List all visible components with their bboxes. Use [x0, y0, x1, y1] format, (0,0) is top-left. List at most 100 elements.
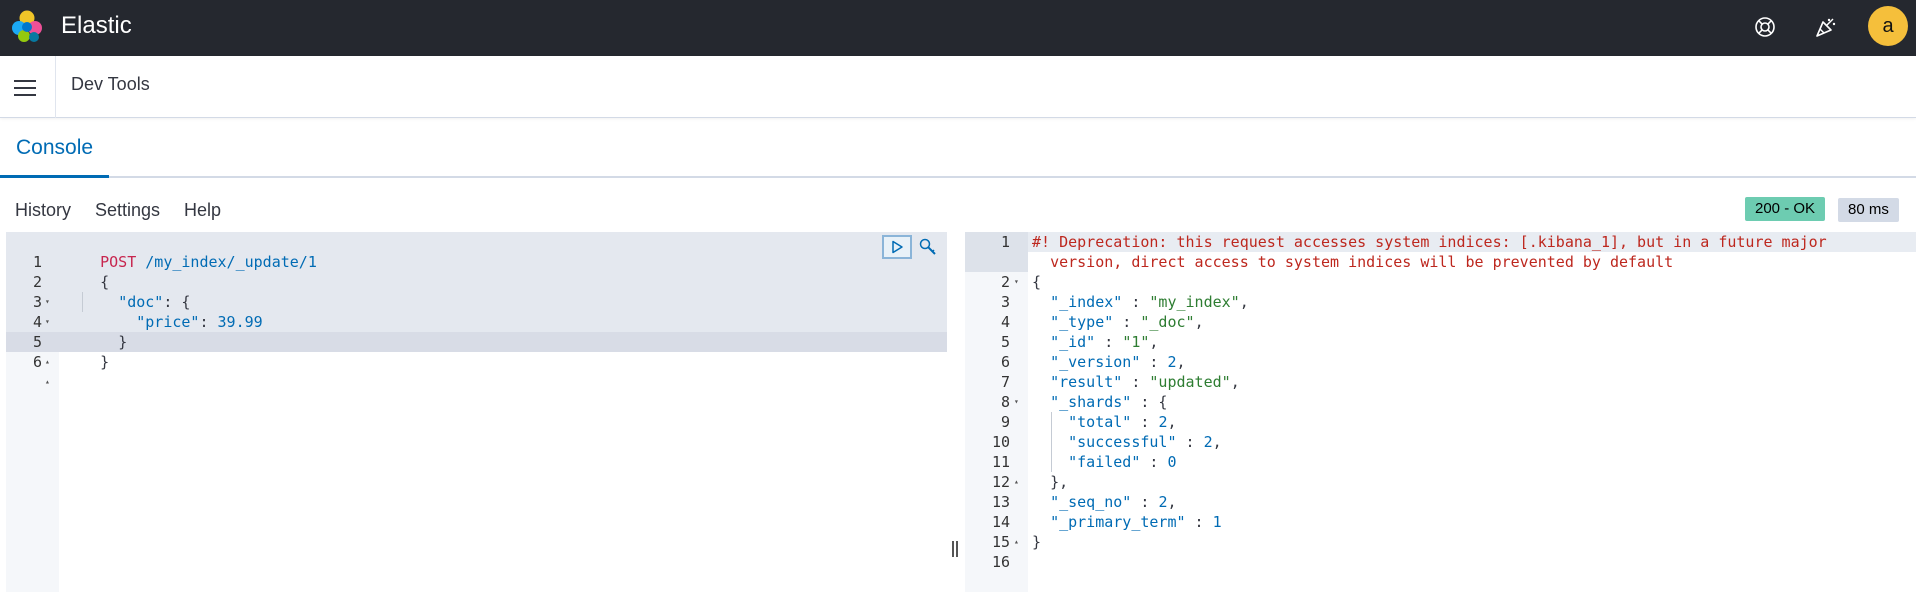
help-icon[interactable]	[1751, 13, 1779, 41]
deprecation-warning: version, direct access to system indices…	[1050, 253, 1674, 271]
code-line: "result" : "updated",	[1050, 373, 1240, 391]
grip-icon	[956, 541, 958, 557]
line-number: 4	[1000, 313, 1010, 331]
code-line: POST /my_index/_update/1	[64, 232, 317, 271]
json-number: 2	[1203, 433, 1213, 451]
code-line: "doc": {	[64, 272, 190, 311]
grip-icon	[952, 541, 954, 557]
json-number: 2	[1167, 353, 1177, 371]
code-line: "_seq_no" : 2,	[1050, 493, 1177, 511]
request-path: /my_index/_update/1	[145, 253, 317, 271]
top-nav-bar: Elastic a	[0, 0, 1916, 56]
code-line: "price": 39.99	[64, 292, 262, 331]
line-number-row: 3 ▾	[6, 272, 50, 326]
page-title: Dev Tools	[71, 74, 150, 94]
line-number: 8	[1000, 393, 1010, 411]
line-number-row: 5 ▴	[6, 312, 50, 366]
line-number: 16	[991, 553, 1010, 571]
code-line: "failed" : 0	[1068, 453, 1177, 471]
json-key: "total"	[1068, 413, 1132, 431]
code-line: #! Deprecation: this request accesses sy…	[1032, 232, 1827, 252]
fold-toggle-icon[interactable]: ▾	[1014, 392, 1019, 412]
deprecation-warning: #! Deprecation: this request accesses sy…	[1032, 233, 1827, 251]
fold-toggle-icon[interactable]: ▴	[45, 352, 50, 372]
code-line: "total" : 2,	[1068, 413, 1177, 431]
panel-resize-handle[interactable]	[950, 540, 960, 558]
code-token: :	[199, 313, 218, 331]
json-key: "_shards"	[1050, 393, 1132, 411]
json-string: "updated"	[1149, 373, 1231, 391]
json-number: 0	[1167, 453, 1177, 471]
code-line: }	[64, 312, 127, 351]
breadcrumb-bar: Dev Tools	[0, 56, 1916, 118]
code-line: version, direct access to system indices…	[1032, 252, 1673, 272]
fold-toggle-icon[interactable]: ▴	[1014, 472, 1019, 492]
tab-bar: Console	[0, 118, 1916, 178]
fold-toggle-icon[interactable]: ▾	[45, 312, 50, 332]
play-icon	[892, 240, 903, 254]
line-number-row: 2 ▾	[6, 252, 50, 306]
brand-name[interactable]: Elastic	[61, 11, 132, 41]
newsfeed-icon[interactable]	[1812, 13, 1840, 41]
help-link[interactable]: Help	[184, 200, 221, 221]
line-number: 11	[991, 453, 1010, 471]
code-line: "_primary_term" : 1	[1050, 513, 1222, 531]
tab-console[interactable]: Console	[0, 118, 110, 178]
code-line: "_id" : "1",	[1050, 333, 1159, 351]
code-line: }	[1032, 532, 1041, 552]
request-time-badge: 80 ms	[1838, 198, 1899, 222]
settings-link[interactable]: Settings	[95, 200, 160, 221]
fold-toggle-icon[interactable]: ▴	[1014, 532, 1019, 552]
history-link[interactable]: History	[15, 200, 71, 221]
json-key: "_id"	[1050, 333, 1096, 351]
code-line: "_index" : "my_index",	[1050, 293, 1249, 311]
line-number: 10	[991, 433, 1010, 451]
request-editor[interactable]: 1 2 ▾ 3 ▾ 4 5 ▴ 6 ▴ POST /my_index/_upda…	[6, 232, 947, 592]
elastic-logo[interactable]	[10, 9, 44, 43]
json-key: "_seq_no"	[1050, 493, 1132, 511]
send-request-button[interactable]	[882, 235, 912, 259]
line-number: 1	[1000, 233, 1010, 251]
divider	[55, 56, 56, 118]
user-avatar[interactable]: a	[1868, 6, 1908, 46]
json-key: "price"	[136, 313, 200, 331]
line-number: 6	[32, 353, 42, 371]
active-line-highlight	[6, 332, 947, 352]
line-number: 3	[1000, 293, 1010, 311]
line-number: 13	[991, 493, 1010, 511]
json-key: "_index"	[1050, 293, 1123, 311]
fold-toggle-icon[interactable]: ▴	[45, 372, 50, 392]
request-actions-button[interactable]	[916, 235, 940, 259]
json-key: "_version"	[1050, 353, 1141, 371]
fold-toggle-icon[interactable]: ▾	[45, 292, 50, 312]
code-line: "_shards" : {	[1050, 393, 1168, 411]
json-string: "my_index"	[1149, 293, 1240, 311]
hamburger-icon	[14, 80, 36, 82]
json-key: "_type"	[1050, 313, 1114, 331]
line-number-row: 6 ▴	[6, 332, 50, 386]
code-token: }	[118, 333, 128, 351]
line-number: 15	[991, 533, 1010, 551]
wrench-icon	[919, 238, 936, 255]
json-string: "1"	[1122, 333, 1150, 351]
response-viewer[interactable]: 1 2 ▾ 3 4 5 6 7 8 ▾ 9 10 11 12 ▴ 13 14 15 ▴ …	[965, 232, 1916, 592]
hamburger-icon	[14, 87, 36, 89]
code-line: }	[64, 332, 109, 371]
code-line: "_type" : "_doc",	[1050, 313, 1204, 331]
code-token: }	[100, 353, 110, 371]
code-line: {	[1032, 272, 1041, 292]
line-number: 14	[991, 513, 1010, 531]
json-key: "failed"	[1068, 453, 1141, 471]
json-key: "_primary_term"	[1050, 513, 1186, 531]
line-number: 12	[991, 473, 1010, 491]
fold-toggle-icon[interactable]: ▾	[1014, 272, 1019, 292]
json-key: "result"	[1050, 373, 1123, 391]
line-number: 7	[1000, 373, 1010, 391]
status-badge: 200 - OK	[1745, 197, 1826, 221]
menu-toggle-button[interactable]	[10, 73, 40, 103]
line-number-row: 1	[6, 232, 42, 271]
json-number: 39.99	[217, 313, 263, 331]
line-number: 2	[1000, 273, 1010, 291]
code-token: }	[1032, 533, 1042, 551]
code-line: "successful" : 2,	[1068, 433, 1222, 451]
